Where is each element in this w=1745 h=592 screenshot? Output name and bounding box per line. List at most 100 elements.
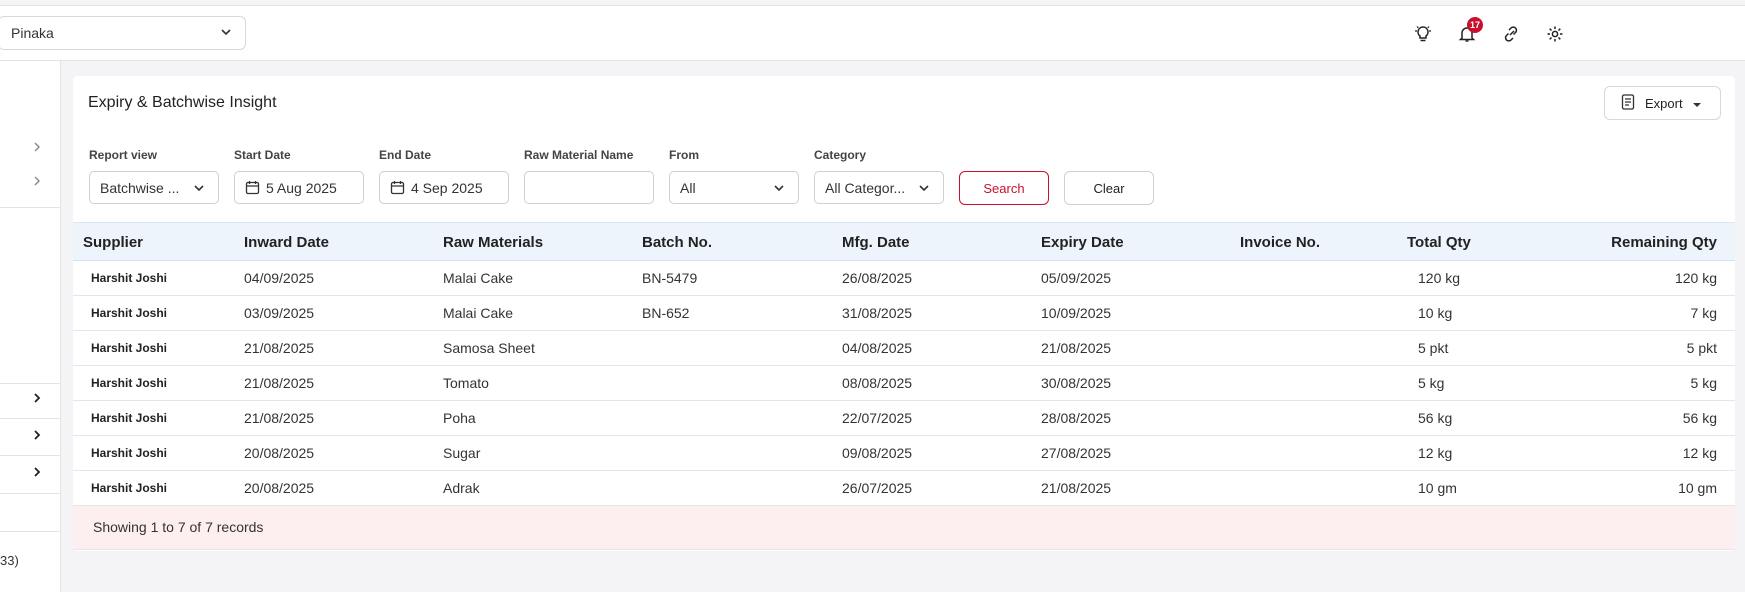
table-cell: Malai Cake	[443, 305, 514, 321]
table-body: Harshit Joshi 04/09/2025 Malai Cake BN-5479…	[73, 261, 1735, 506]
table-row[interactable]: Harshit Joshi 03/09/2025 Malai Cake BN-652 3…	[73, 296, 1735, 331]
table-cell: 21/08/2025	[1041, 480, 1112, 496]
table-cell: 56 kg	[1418, 410, 1453, 426]
search-button[interactable]: Search	[959, 171, 1049, 205]
table-cell: 05/09/2025	[1041, 270, 1112, 286]
table-cell: 10/09/2025	[1041, 305, 1112, 321]
table-cell: Tomato	[443, 375, 489, 391]
end-date-value: 4 Sep 2025	[411, 179, 483, 196]
caret-down-icon	[1692, 96, 1701, 111]
table-row[interactable]: Harshit Joshi 04/09/2025 Malai Cake BN-5479…	[73, 261, 1735, 296]
table-row[interactable]: Harshit Joshi 21/08/2025 Tomato 08/08/2025 3…	[73, 366, 1735, 401]
column-header[interactable]: Batch No.	[642, 234, 712, 251]
table-cell: 20/08/2025	[244, 480, 315, 496]
table-cell: 56 kg	[1682, 410, 1717, 426]
report-card: Expiry & Batchwise Insight Export Report…	[73, 76, 1735, 551]
table-cell: 31/08/2025	[842, 305, 913, 321]
table-cell: 10 kg	[1418, 305, 1453, 321]
table-row[interactable]: Harshit Joshi 21/08/2025 Poha 22/07/2025 28/…	[73, 401, 1735, 436]
start-date-label: Start Date	[234, 148, 291, 162]
table-cell: 10 gm	[1418, 480, 1457, 496]
top-bar: Pinaka 17	[0, 5, 1745, 61]
sidebar-footer-text: 33)	[0, 553, 19, 568]
column-header[interactable]: Remaining Qty	[1611, 234, 1717, 251]
table-cell: 12 kg	[1682, 445, 1717, 461]
end-date-picker[interactable]: 4 Sep 2025	[379, 171, 509, 204]
report-view-value: Batchwise ...	[100, 179, 180, 196]
column-header[interactable]: Raw Materials	[443, 234, 543, 251]
raw-material-input[interactable]	[524, 171, 654, 204]
sidebar-divider	[0, 493, 61, 494]
chevron-right-icon[interactable]	[31, 392, 43, 404]
bell-icon[interactable]: 17	[1457, 17, 1484, 44]
table-cell: Harshit Joshi	[91, 271, 168, 285]
report-view-select[interactable]: Batchwise ...	[89, 171, 219, 204]
export-button[interactable]: Export	[1604, 86, 1721, 120]
sidebar-divider	[0, 455, 61, 456]
notification-badge: 17	[1467, 17, 1484, 33]
table-cell: 03/09/2025	[244, 305, 315, 321]
table-cell: 28/08/2025	[1041, 410, 1112, 426]
table-cell: 5 kg	[1418, 375, 1445, 391]
table-row[interactable]: Harshit Joshi 21/08/2025 Samosa Sheet 04/08…	[73, 331, 1735, 366]
table-cell: Adrak	[443, 480, 480, 496]
page-title: Expiry & Batchwise Insight	[88, 94, 277, 111]
table-cell: 26/07/2025	[842, 480, 913, 496]
chevron-right-icon[interactable]	[31, 141, 43, 153]
table-cell: 120 kg	[1674, 270, 1717, 286]
table-row[interactable]: Harshit Joshi 20/08/2025 Sugar 09/08/2025 27…	[73, 436, 1735, 471]
table-cell: Harshit Joshi	[91, 481, 168, 495]
table-cell: 08/08/2025	[842, 375, 913, 391]
column-header[interactable]: Inward Date	[244, 234, 329, 251]
sidebar-divider	[0, 531, 61, 532]
table-cell: 20/08/2025	[244, 445, 315, 461]
document-icon	[1621, 93, 1635, 113]
category-label: Category	[814, 148, 867, 162]
chevron-down-icon	[917, 181, 931, 198]
chevron-down-icon	[772, 181, 786, 198]
bulb-icon[interactable]	[1413, 24, 1433, 44]
table-row[interactable]: Harshit Joshi 20/08/2025 Adrak 26/07/2025 21…	[73, 471, 1735, 506]
table-cell: 09/08/2025	[842, 445, 913, 461]
table-cell: 10 gm	[1678, 480, 1717, 496]
chevron-right-icon[interactable]	[31, 466, 43, 478]
table-cell: Harshit Joshi	[91, 411, 168, 425]
column-header[interactable]: Expiry Date	[1041, 234, 1124, 251]
sidebar: 33)	[0, 61, 61, 592]
outlet-select-value: Pinaka	[11, 25, 54, 41]
column-header[interactable]: Total Qty	[1407, 234, 1471, 251]
outlet-select[interactable]: Pinaka	[0, 16, 246, 50]
table-cell: 30/08/2025	[1041, 375, 1112, 391]
table-cell: 21/08/2025	[244, 375, 315, 391]
table-cell: Harshit Joshi	[91, 446, 168, 460]
column-header[interactable]: Mfg. Date	[842, 234, 910, 251]
table-header: Supplier Inward Date Raw Materials Batch…	[73, 222, 1735, 261]
link-icon[interactable]	[1501, 24, 1521, 44]
column-header[interactable]: Supplier	[83, 234, 143, 251]
table-footer: Showing 1 to 7 of 7 records	[73, 506, 1735, 550]
clear-button[interactable]: Clear	[1064, 171, 1154, 205]
table-cell: 120 kg	[1418, 270, 1461, 286]
chevron-right-icon[interactable]	[31, 175, 43, 187]
records-summary: Showing 1 to 7 of 7 records	[93, 519, 264, 535]
from-value: All	[680, 179, 696, 196]
table-cell: Sugar	[443, 445, 481, 461]
table-cell: 22/07/2025	[842, 410, 913, 426]
table-cell: Samosa Sheet	[443, 340, 535, 356]
chevron-right-icon[interactable]	[31, 429, 43, 441]
calendar-icon	[245, 180, 260, 195]
calendar-icon	[390, 180, 405, 195]
start-date-picker[interactable]: 5 Aug 2025	[234, 171, 364, 204]
table-cell: 21/08/2025	[1041, 340, 1112, 356]
table-cell: 12 kg	[1418, 445, 1453, 461]
table-cell: 5 pkt	[1418, 340, 1449, 356]
table-cell: 5 kg	[1690, 375, 1717, 391]
column-header[interactable]: Invoice No.	[1240, 234, 1320, 251]
table-cell: Harshit Joshi	[91, 341, 168, 355]
gear-icon[interactable]	[1545, 24, 1565, 44]
export-label: Export	[1645, 95, 1683, 111]
from-select[interactable]: All	[669, 171, 799, 204]
end-date-label: End Date	[379, 148, 432, 162]
category-select[interactable]: All Categor...	[814, 171, 944, 204]
table-cell: 04/09/2025	[244, 270, 315, 286]
